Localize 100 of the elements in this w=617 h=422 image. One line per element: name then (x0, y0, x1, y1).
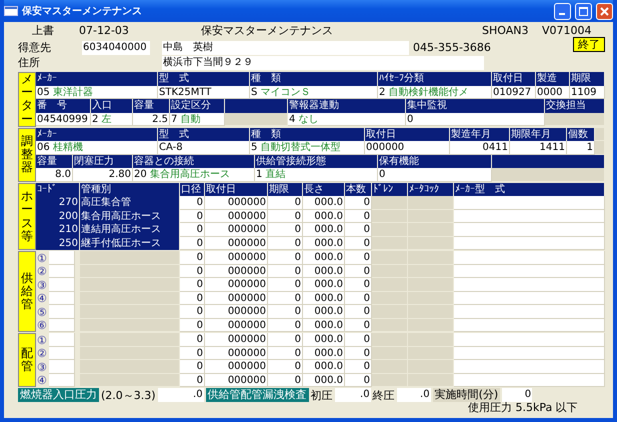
text-field[interactable]: 0 (268, 251, 303, 265)
text-field[interactable] (48, 305, 75, 319)
text-field[interactable]: 0 (180, 196, 205, 210)
text-field[interactable]: 000.0 (303, 374, 345, 388)
text-field[interactable]: .0 (334, 388, 371, 402)
text-field[interactable]: 20 集合用高圧ホース (133, 168, 255, 182)
text-field[interactable]: 000000 (205, 223, 268, 237)
text-field[interactable]: 0 (268, 305, 303, 319)
text-field[interactable]: 0 (345, 346, 372, 360)
text-field[interactable]: S マイコンＳ (250, 86, 378, 99)
text-field[interactable] (454, 333, 605, 347)
text-field[interactable]: 2 左 (91, 112, 133, 126)
text-field[interactable]: 2.5 (133, 112, 170, 126)
text-field[interactable]: 0 (345, 305, 372, 319)
text-field[interactable]: .0 (158, 388, 204, 402)
text-field[interactable]: CA-8 (158, 141, 250, 155)
text-field[interactable]: 000.0 (303, 292, 345, 306)
text-field[interactable]: 0 (345, 210, 372, 224)
text-field[interactable]: 0 (345, 236, 372, 250)
text-field[interactable]: 0 (180, 236, 205, 250)
text-field[interactable]: 0 (180, 292, 205, 306)
text-field[interactable]: 000000 (205, 278, 268, 292)
maximize-button[interactable] (575, 2, 592, 20)
minimize-button[interactable] (554, 2, 571, 20)
text-field[interactable]: 0 (268, 333, 303, 347)
text-field[interactable] (454, 346, 605, 360)
text-field[interactable]: 0 (378, 168, 492, 182)
text-field[interactable]: 000.0 (303, 223, 345, 237)
text-field[interactable]: 0 (345, 333, 372, 347)
text-field[interactable]: 0 (345, 318, 372, 332)
text-field[interactable] (454, 223, 605, 237)
text-field[interactable]: 0 (345, 278, 372, 292)
text-field[interactable]: 0 (345, 223, 372, 237)
text-field[interactable]: 000000 (205, 210, 268, 224)
text-field[interactable]: 2.80 (73, 168, 133, 182)
text-field[interactable]: 000000 (205, 305, 268, 319)
text-field[interactable] (454, 264, 605, 278)
text-field[interactable]: 000.0 (303, 305, 345, 319)
text-field[interactable]: 000000 (205, 264, 268, 278)
text-field[interactable]: 0 (268, 236, 303, 250)
text-field[interactable]: 000.0 (303, 318, 345, 332)
text-field[interactable]: 0 (268, 374, 303, 388)
text-field[interactable]: 4 なし (288, 112, 406, 126)
text-field[interactable]: 1 (567, 141, 595, 155)
text-field[interactable]: 0 (406, 112, 545, 126)
text-field[interactable]: 000000 (205, 360, 268, 374)
text-field[interactable]: 000000 (205, 333, 268, 347)
text-field[interactable] (454, 251, 605, 265)
text-field[interactable]: 000.0 (303, 346, 345, 360)
text-field[interactable]: STK25MTT (158, 86, 250, 99)
text-field[interactable]: 000.0 (303, 360, 345, 374)
text-field[interactable]: 0 (345, 360, 372, 374)
exit-button[interactable]: 終了 (573, 37, 605, 52)
text-field[interactable]: 000000 (205, 236, 268, 250)
text-field[interactable] (454, 236, 605, 250)
customer-code-field[interactable]: 6034040000 (82, 40, 150, 54)
text-field[interactable]: 0 (180, 346, 205, 360)
text-field[interactable] (454, 210, 605, 224)
text-field[interactable]: 04540999 (36, 112, 91, 126)
text-field[interactable]: 000000 (205, 374, 268, 388)
text-field[interactable]: 0 (345, 251, 372, 265)
text-field[interactable]: 0 (268, 318, 303, 332)
text-field[interactable] (48, 278, 75, 292)
text-field[interactable]: 0 (502, 388, 532, 402)
text-field[interactable]: 2 自動検針機能付メ (378, 86, 492, 99)
text-field[interactable]: 0 (180, 360, 205, 374)
text-field[interactable]: 0000 (536, 86, 570, 99)
text-field[interactable]: 1411 (510, 141, 567, 155)
text-field[interactable]: 0 (268, 292, 303, 306)
text-field[interactable] (48, 374, 75, 388)
text-field[interactable]: 0 (268, 210, 303, 224)
text-field[interactable]: 0 (180, 374, 205, 388)
text-field[interactable] (48, 292, 75, 306)
text-field[interactable]: 000.0 (303, 210, 345, 224)
text-field[interactable]: 0 (268, 196, 303, 210)
text-field[interactable]: 010927 (492, 86, 536, 99)
text-field[interactable]: .0 (396, 388, 431, 402)
text-field[interactable]: 0 (268, 360, 303, 374)
text-field[interactable]: 0 (180, 251, 205, 265)
text-field[interactable]: 000.0 (303, 333, 345, 347)
text-field[interactable] (48, 251, 75, 265)
text-field[interactable]: 0 (180, 305, 205, 319)
text-field[interactable]: 000000 (205, 292, 268, 306)
text-field[interactable]: 0411 (450, 141, 510, 155)
text-field[interactable] (48, 318, 75, 332)
text-field[interactable]: 000.0 (303, 236, 345, 250)
text-field[interactable]: 0 (180, 210, 205, 224)
text-field[interactable]: 1109 (570, 86, 605, 99)
text-field[interactable]: 0 (180, 333, 205, 347)
text-field[interactable] (454, 196, 605, 210)
text-field[interactable]: 000000 (205, 251, 268, 265)
customer-name-field[interactable]: 中島 英樹 (162, 40, 409, 54)
text-field[interactable]: 000.0 (303, 264, 345, 278)
text-field[interactable]: 1 直結 (255, 168, 378, 182)
text-field[interactable] (454, 374, 605, 388)
text-field[interactable]: 0 (180, 278, 205, 292)
text-field[interactable] (454, 360, 605, 374)
text-field[interactable]: 000.0 (303, 251, 345, 265)
text-field[interactable] (454, 292, 605, 306)
text-field[interactable]: 0 (268, 278, 303, 292)
